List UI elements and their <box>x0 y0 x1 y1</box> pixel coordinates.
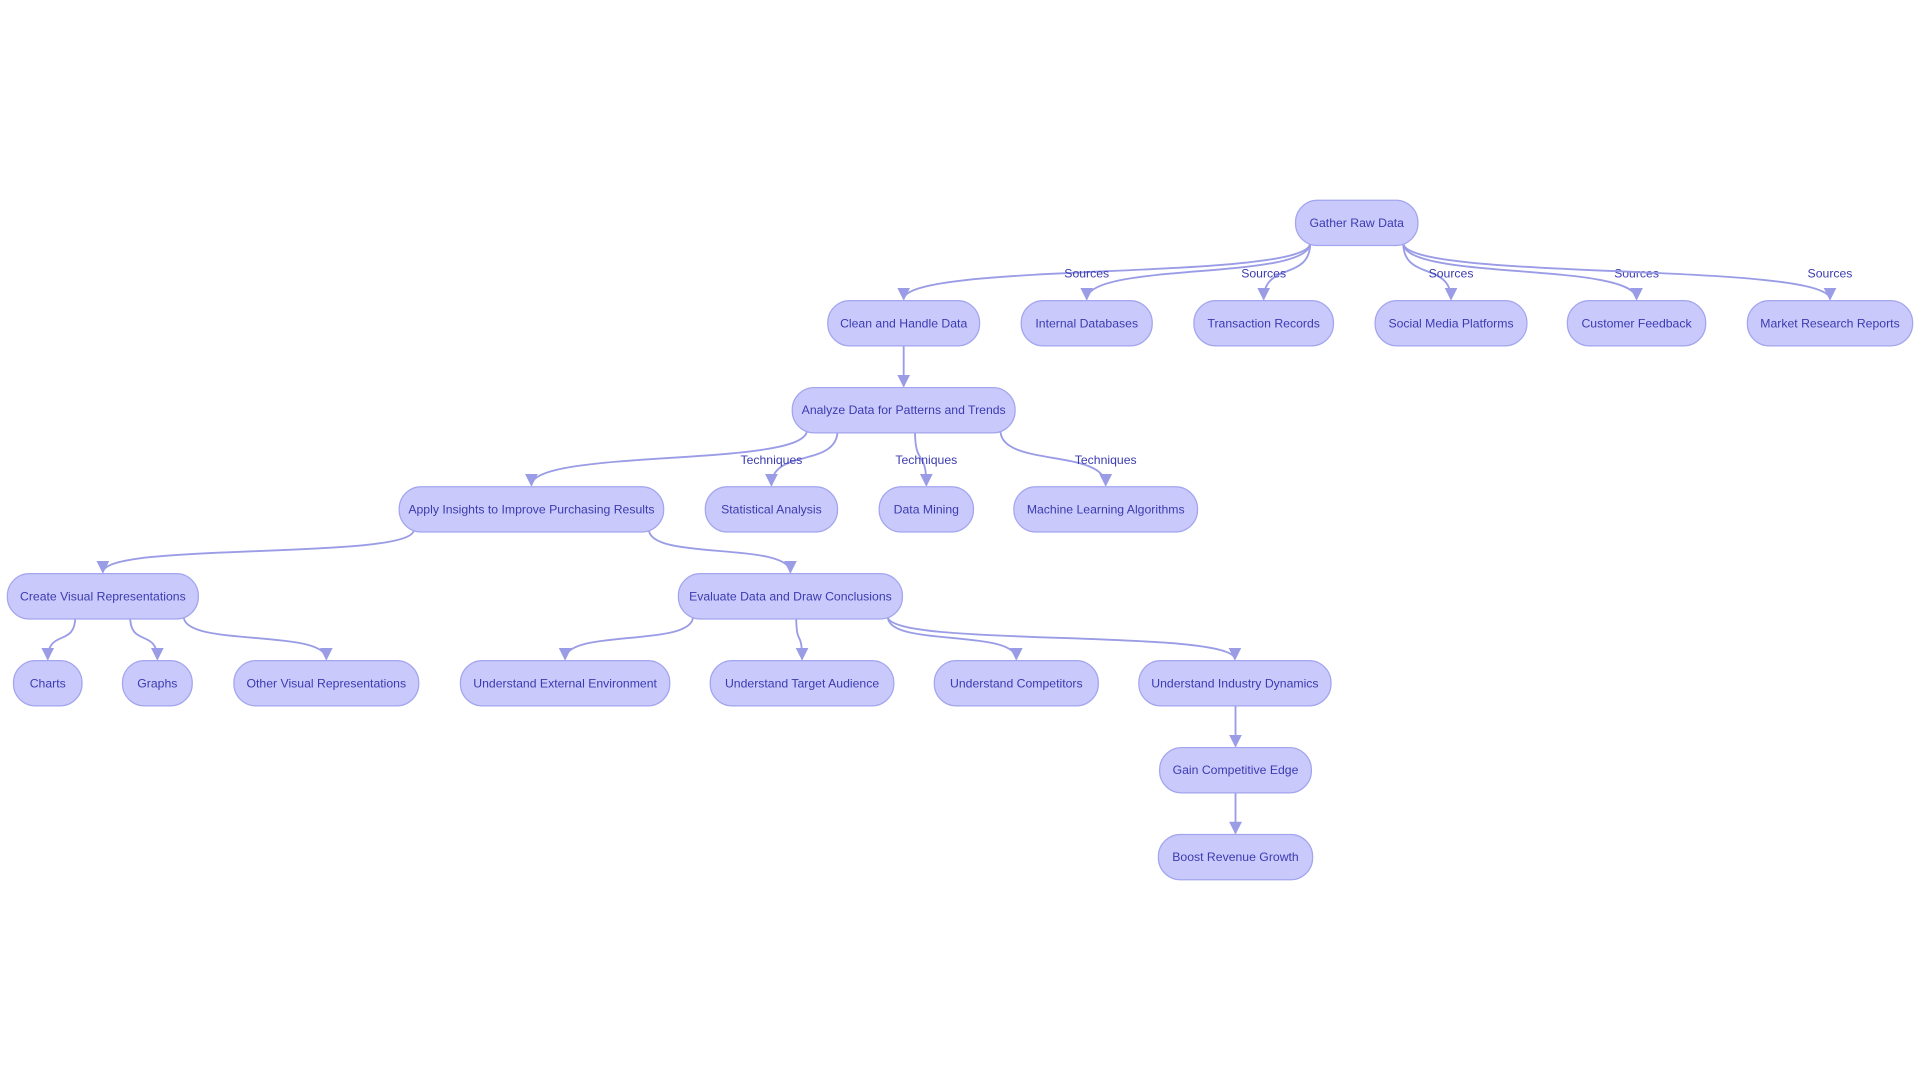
edge-evaluate-to-competitors <box>886 616 1023 661</box>
node-graphs[interactable]: Graphs <box>121 660 193 707</box>
node-label: Customer Feedback <box>1581 316 1692 330</box>
node-evaluate[interactable]: Evaluate Data and Draw Conclusions <box>677 573 904 620</box>
node-label: Evaluate Data and Draw Conclusions <box>689 589 892 603</box>
edge-label: Techniques <box>895 453 957 467</box>
node-transaction[interactable]: Transaction Records <box>1193 300 1335 347</box>
node-apply[interactable]: Apply Insights to Improve Purchasing Res… <box>398 486 665 533</box>
node-label: Social Media Platforms <box>1388 316 1513 330</box>
edge-evaluate-to-external <box>558 616 694 661</box>
node-audience[interactable]: Understand Target Audience <box>709 660 895 707</box>
node-social[interactable]: Social Media Platforms <box>1374 300 1528 347</box>
node-visual[interactable]: Create Visual Representations <box>6 573 199 620</box>
node-label: Other Visual Representations <box>247 676 407 690</box>
node-label: Clean and Handle Data <box>840 316 967 330</box>
node-revenue[interactable]: Boost Revenue Growth <box>1157 833 1314 881</box>
edge-label: Techniques <box>1075 453 1137 467</box>
edge-label: Sources <box>1241 267 1286 281</box>
node-edge[interactable]: Gain Competitive Edge <box>1158 746 1313 794</box>
node-industry[interactable]: Understand Industry Dynamics <box>1138 660 1332 707</box>
edge-visual-to-charts <box>41 616 77 661</box>
edge-evaluate-to-audience <box>795 616 809 661</box>
node-external[interactable]: Understand External Environment <box>459 660 671 707</box>
node-label: Internal Databases <box>1035 316 1138 330</box>
node-label: Understand Competitors <box>950 676 1083 690</box>
node-competitors[interactable]: Understand Competitors <box>933 660 1099 707</box>
edge-label: Techniques <box>740 453 802 467</box>
node-label: Transaction Records <box>1207 316 1319 330</box>
node-othervis[interactable]: Other Visual Representations <box>233 660 420 707</box>
node-label: Gather Raw Data <box>1309 216 1404 230</box>
node-stat[interactable]: Statistical Analysis <box>704 486 839 533</box>
node-charts[interactable]: Charts <box>12 660 83 707</box>
node-feedback[interactable]: Customer Feedback <box>1566 300 1707 347</box>
node-label: Charts <box>30 676 66 690</box>
node-analyze[interactable]: Analyze Data for Patterns and Trends <box>791 386 1016 434</box>
node-label: Apply Insights to Improve Purchasing Res… <box>408 502 654 516</box>
node-label: Machine Learning Algorithms <box>1027 502 1185 516</box>
node-ml[interactable]: Machine Learning Algorithms <box>1013 486 1199 533</box>
node-internal[interactable]: Internal Databases <box>1020 300 1153 347</box>
edge-label: Sources <box>1808 267 1853 281</box>
edge-label: Sources <box>1429 267 1474 281</box>
node-market[interactable]: Market Research Reports <box>1746 300 1914 347</box>
node-label: Boost Revenue Growth <box>1172 850 1299 864</box>
node-gather[interactable]: Gather Raw Data <box>1294 199 1419 247</box>
node-label: Analyze Data for Patterns and Trends <box>802 403 1006 417</box>
edge-evaluate-to-industry <box>886 616 1242 661</box>
node-label: Understand Target Audience <box>725 676 879 690</box>
node-label: Market Research Reports <box>1760 316 1899 330</box>
edge-label: Sources <box>1064 267 1109 281</box>
node-mining[interactable]: Data Mining <box>878 486 975 533</box>
flowchart: Sources Sources Sources Sources SourcesTechn… <box>6 199 1914 881</box>
edge-apply-to-evaluate <box>648 529 797 574</box>
node-label: Understand External Environment <box>473 676 657 690</box>
node-label: Create Visual Representations <box>20 589 186 603</box>
edge-visual-to-graphs <box>129 616 164 661</box>
node-label: Graphs <box>137 676 177 690</box>
node-label: Gain Competitive Edge <box>1173 763 1299 777</box>
edge-apply-to-visual <box>96 529 415 574</box>
node-label: Statistical Analysis <box>721 502 822 516</box>
node-label: Understand Industry Dynamics <box>1151 676 1318 690</box>
node-clean[interactable]: Clean and Handle Data <box>827 300 981 347</box>
edge-visual-to-othervis <box>182 616 333 661</box>
node-label: Data Mining <box>894 502 959 516</box>
